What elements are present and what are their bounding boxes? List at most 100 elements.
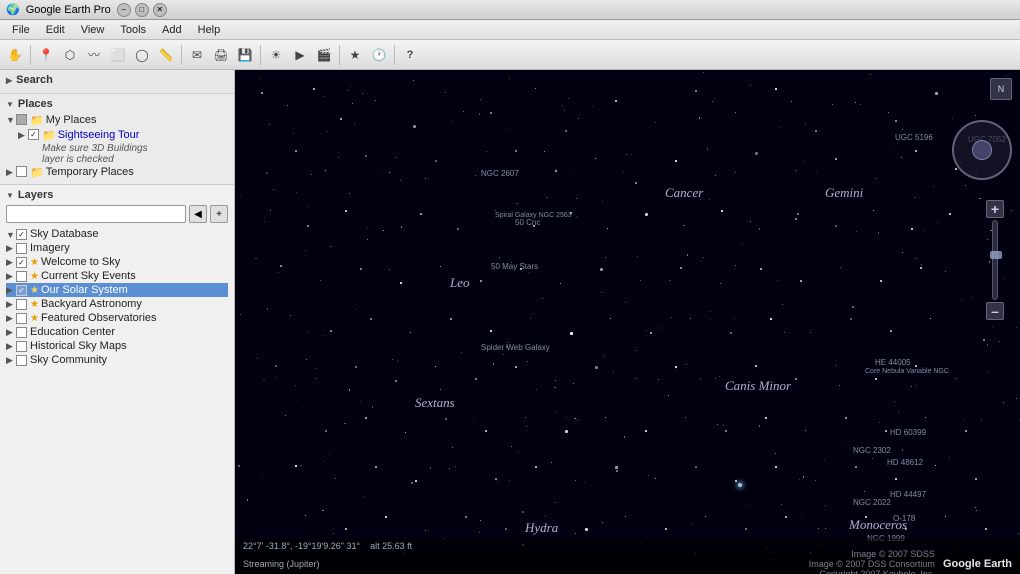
star: [985, 528, 987, 530]
star: [495, 210, 496, 211]
zoom-track[interactable]: [992, 220, 998, 300]
welcome-sky-checkbox[interactable]: [16, 257, 27, 268]
circle-button[interactable]: ◯: [131, 44, 153, 66]
layer-education-center[interactable]: ▶ Education Center: [6, 325, 228, 339]
star: [392, 359, 393, 360]
star: [576, 198, 577, 199]
layer-sky-community[interactable]: ▶ Sky Community: [6, 353, 228, 367]
layer-historical-sky[interactable]: ▶ Historical Sky Maps: [6, 339, 228, 353]
tour-button[interactable]: ▶: [289, 44, 311, 66]
layer-search-back-button[interactable]: ◀: [189, 205, 207, 223]
sun-button[interactable]: ☀: [265, 44, 287, 66]
google-earth-badge: Google Earth: [943, 558, 1012, 570]
star: [815, 480, 816, 481]
movie-button[interactable]: 🎬: [313, 44, 335, 66]
path-button[interactable]: 〰: [83, 44, 105, 66]
star: [911, 228, 913, 230]
save-button[interactable]: 💾: [234, 44, 256, 66]
star: [625, 516, 626, 517]
menu-edit[interactable]: Edit: [38, 20, 73, 39]
north-up-button[interactable]: N: [990, 78, 1012, 100]
minimize-button[interactable]: –: [117, 3, 131, 17]
my-places-checkbox[interactable]: [16, 114, 27, 125]
menu-tools[interactable]: Tools: [112, 20, 154, 39]
overlay-button[interactable]: ⬜: [107, 44, 129, 66]
star: [313, 88, 315, 90]
zoom-out-button[interactable]: –: [986, 302, 1004, 320]
imagery-checkbox[interactable]: [16, 243, 27, 254]
star: [803, 476, 804, 477]
sky-db-checkbox[interactable]: [16, 229, 27, 240]
star: [325, 430, 327, 432]
star: [805, 123, 806, 124]
star: [375, 100, 376, 101]
temporary-places-checkbox[interactable]: [16, 166, 27, 177]
close-button[interactable]: ✕: [153, 3, 167, 17]
star: [278, 272, 279, 273]
star: [645, 430, 647, 432]
star: [770, 318, 772, 320]
email-button[interactable]: ✉: [186, 44, 208, 66]
star: [658, 327, 659, 328]
layer-search-add-button[interactable]: +: [210, 205, 228, 223]
places-my-places-item[interactable]: ▼ 📁 My Places: [6, 113, 228, 128]
menu-help[interactable]: Help: [190, 20, 229, 39]
sky-community-checkbox[interactable]: [16, 355, 27, 366]
star: [238, 465, 239, 466]
map-area[interactable]: Cancer Gemini Leo Canis Minor Sextans Hy…: [235, 70, 1020, 574]
star: [595, 158, 596, 159]
star: [295, 150, 297, 152]
star: [411, 482, 412, 483]
zoom-in-button[interactable]: +: [986, 200, 1004, 218]
layer-search-input[interactable]: [6, 205, 186, 223]
star: [983, 339, 984, 340]
star: [834, 275, 835, 276]
sightseeing-checkbox[interactable]: [28, 129, 39, 140]
star: [935, 92, 938, 95]
featured-obs-checkbox[interactable]: [16, 313, 27, 324]
education-checkbox[interactable]: [16, 327, 27, 338]
placemark-button[interactable]: 📍: [35, 44, 57, 66]
star: [405, 432, 406, 433]
polygon-button[interactable]: ⬡: [59, 44, 81, 66]
layer-solar-system[interactable]: ▶ ★ Our Solar System: [6, 283, 228, 297]
toolbar: ✋ 📍 ⬡ 〰 ⬜ ◯ 📏 ✉ 🖨 💾 ☀ ▶ 🎬 ★ 🕐 ?: [0, 40, 1020, 70]
menu-add[interactable]: Add: [154, 20, 190, 39]
menu-file[interactable]: File: [4, 20, 38, 39]
backyard-checkbox[interactable]: [16, 299, 27, 310]
layer-imagery[interactable]: ▶ Imagery: [6, 241, 228, 255]
ruler-button[interactable]: 📏: [155, 44, 177, 66]
layer-featured-obs[interactable]: ▶ ★ Featured Observatories: [6, 311, 228, 325]
toolbar-separator-1: [30, 45, 31, 65]
star: [266, 172, 267, 173]
star: [395, 380, 397, 382]
layer-current-sky-events[interactable]: ▶ ★ Current Sky Events: [6, 269, 228, 283]
welcome-sky-label: Welcome to Sky: [41, 256, 120, 268]
navigation-ring[interactable]: [952, 120, 1012, 180]
star: [1016, 398, 1017, 399]
maximize-button[interactable]: □: [135, 3, 149, 17]
star: [395, 157, 396, 158]
layer-backyard-astronomy[interactable]: ▶ ★ Backyard Astronomy: [6, 297, 228, 311]
my-places-folder-icon: 📁: [30, 114, 44, 127]
solar-system-checkbox[interactable]: [16, 285, 27, 296]
temporary-places-item[interactable]: ▶ 📁 Temporary Places: [6, 165, 228, 180]
star: [525, 417, 526, 418]
print-button[interactable]: 🖨: [210, 44, 232, 66]
help-button[interactable]: ?: [399, 44, 421, 66]
imagery-toggle: ▶: [6, 243, 16, 254]
star: [879, 422, 880, 423]
star: [882, 195, 883, 196]
layer-welcome-sky[interactable]: ▶ ★ Welcome to Sky: [6, 255, 228, 269]
historical-sky-checkbox[interactable]: [16, 341, 27, 352]
history-button[interactable]: 🕐: [368, 44, 390, 66]
star: [479, 532, 480, 533]
sightseeing-tour-item[interactable]: ▶ 📁 Sightseeing Tour: [6, 128, 228, 143]
sky-button[interactable]: ★: [344, 44, 366, 66]
hand-tool-button[interactable]: ✋: [4, 44, 26, 66]
layer-sky-database[interactable]: ▼ Sky Database: [6, 227, 228, 241]
zoom-thumb: [990, 251, 1002, 259]
star: [558, 333, 559, 334]
sky-events-checkbox[interactable]: [16, 271, 27, 282]
menu-view[interactable]: View: [73, 20, 113, 39]
